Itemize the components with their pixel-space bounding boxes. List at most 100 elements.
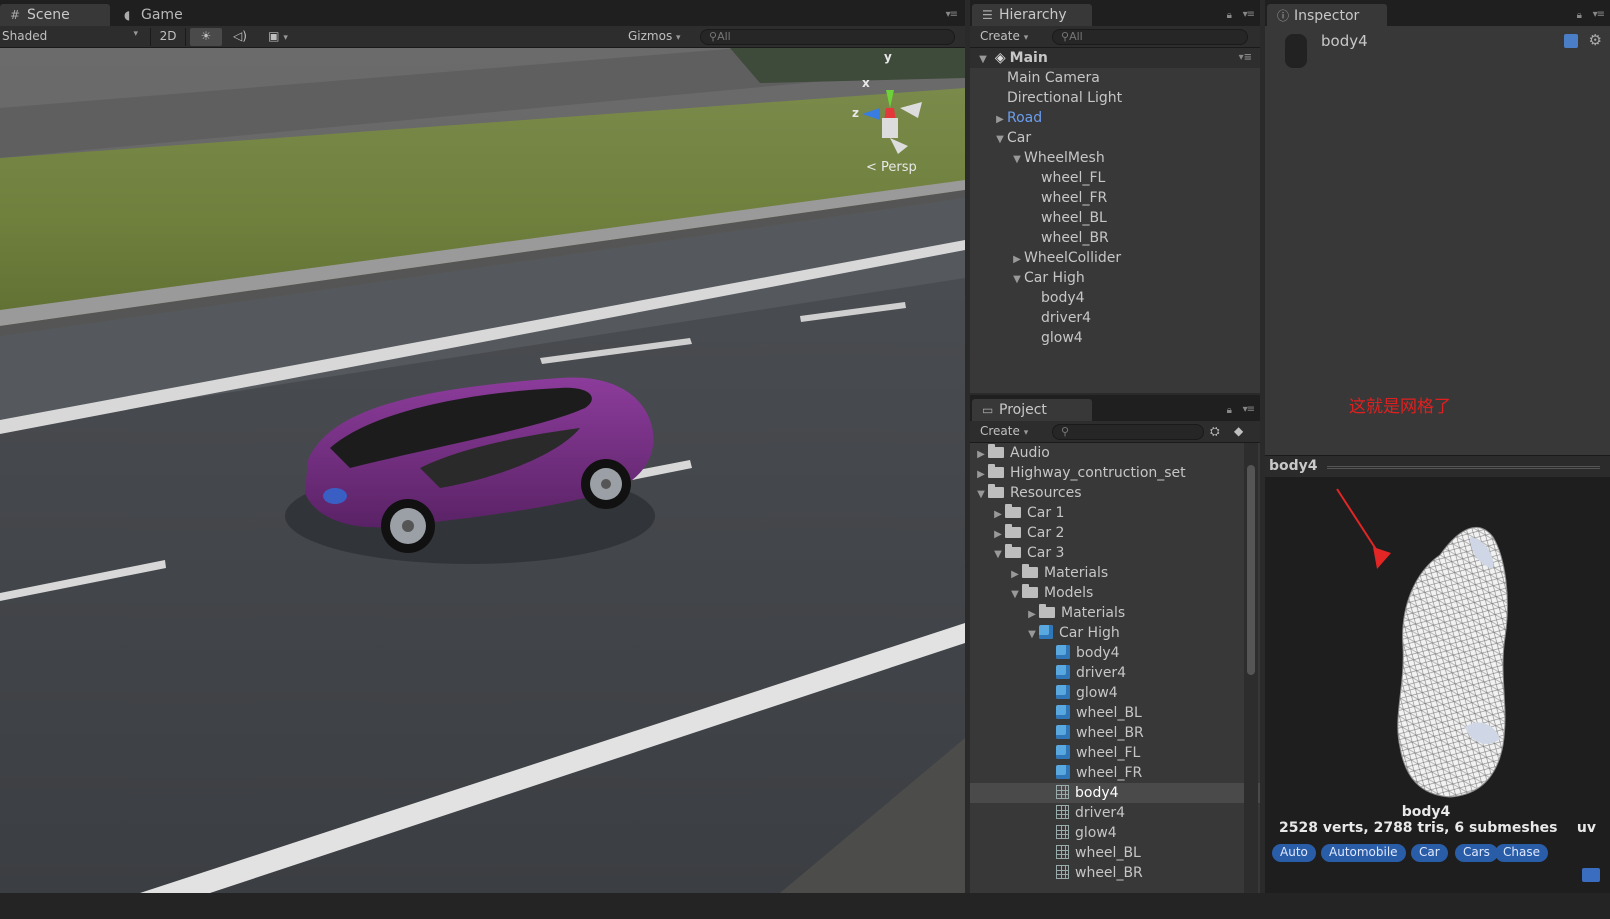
tab-scene[interactable]: # Scene: [0, 4, 110, 26]
hierarchy-item[interactable]: Directional Light: [970, 88, 1260, 108]
folder-icon: [1022, 584, 1038, 598]
expand-arrow-icon[interactable]: ▼: [991, 545, 1005, 565]
gear-icon[interactable]: ⚙: [1589, 31, 1602, 49]
project-item-label: glow4: [1076, 685, 1118, 701]
expand-arrow-icon[interactable]: ▼: [993, 130, 1007, 150]
lock-icon[interactable]: 🔒︎: [1577, 10, 1582, 21]
project-item[interactable]: glow4: [970, 823, 1260, 843]
2d-toggle-button[interactable]: 2D: [150, 28, 186, 46]
tab-inspector[interactable]: ⓘ Inspector: [1267, 4, 1387, 26]
project-item[interactable]: ▼ Car High: [970, 623, 1260, 643]
hierarchy-item[interactable]: ▶ WheelCollider: [970, 248, 1260, 268]
hierarchy-item[interactable]: ▼ Car High: [970, 268, 1260, 288]
hierarchy-item[interactable]: ▼ WheelMesh: [970, 148, 1260, 168]
hierarchy-item[interactable]: body4: [970, 288, 1260, 308]
preview-drag-handle[interactable]: [1327, 466, 1600, 469]
filter-by-type-icon[interactable]: ⛭: [1210, 423, 1228, 441]
project-item[interactable]: wheel_FL: [970, 743, 1260, 763]
project-item[interactable]: driver4: [970, 663, 1260, 683]
project-item[interactable]: ▼ Car 3: [970, 543, 1260, 563]
project-item[interactable]: driver4: [970, 803, 1260, 823]
scene-search-input[interactable]: ⚲All: [700, 29, 955, 45]
hierarchy-item[interactable]: wheel_BL: [970, 208, 1260, 228]
lock-icon[interactable]: 🔒︎: [1227, 10, 1232, 21]
panel-menu-icon[interactable]: ▾≡: [1243, 9, 1255, 20]
project-item-label: wheel_FR: [1076, 765, 1143, 781]
expand-arrow-icon[interactable]: ▼: [974, 485, 988, 505]
list-icon: ☰: [982, 8, 993, 22]
lighting-toggle-button[interactable]: ☀: [190, 28, 222, 46]
asset-label-tag[interactable]: Cars: [1455, 844, 1498, 862]
tab-project[interactable]: ▭ Project: [972, 399, 1092, 421]
project-item[interactable]: ▶ Car 1: [970, 503, 1260, 523]
hierarchy-item[interactable]: ▶ Road: [970, 108, 1260, 128]
expand-arrow-icon[interactable]: ▼: [1025, 625, 1039, 645]
asset-label-tag[interactable]: Chase: [1495, 844, 1548, 862]
project-search-input[interactable]: ⚲: [1052, 424, 1204, 440]
project-item[interactable]: ▶ Highway_contruction_set: [970, 463, 1260, 483]
audio-toggle-button[interactable]: ◁): [226, 28, 254, 46]
shading-mode-dropdown[interactable]: Shaded ▾: [2, 28, 142, 46]
project-scroll-thumb[interactable]: [1247, 465, 1255, 675]
scene-root-row[interactable]: ▼ ◈ Main ▾≡: [970, 48, 1260, 68]
project-item[interactable]: wheel_BR: [970, 863, 1260, 883]
project-item-label: Car High: [1059, 625, 1120, 641]
project-item[interactable]: ▶ Audio: [970, 443, 1260, 463]
project-item[interactable]: body4: [970, 643, 1260, 663]
expand-arrow-icon[interactable]: ▼: [1008, 585, 1022, 605]
uv-toggle[interactable]: uv: [1577, 820, 1596, 836]
hierarchy-item[interactable]: ▼ Car: [970, 128, 1260, 148]
projection-toggle[interactable]: < Persp: [866, 160, 917, 175]
hierarchy-item[interactable]: wheel_FR: [970, 188, 1260, 208]
expand-arrow-icon[interactable]: ▼: [1010, 270, 1024, 290]
expand-arrow-icon[interactable]: ▶: [1008, 565, 1022, 585]
hierarchy-item[interactable]: wheel_FL: [970, 168, 1260, 188]
hierarchy-create-dropdown[interactable]: Create ▾: [980, 28, 1042, 46]
hierarchy-item[interactable]: driver4: [970, 308, 1260, 328]
scene-viewport[interactable]: y x z < Persp: [0, 48, 965, 893]
lock-icon[interactable]: 🔒︎: [1227, 405, 1232, 416]
expand-arrow-icon[interactable]: ▶: [974, 465, 988, 485]
tab-game[interactable]: ◖ Game: [114, 4, 224, 26]
expand-arrow-icon[interactable]: ▶: [991, 505, 1005, 525]
panel-menu-icon[interactable]: ▾≡: [1593, 9, 1605, 20]
project-item[interactable]: glow4: [970, 683, 1260, 703]
project-item[interactable]: ▶ Car 2: [970, 523, 1260, 543]
label-tag-icon[interactable]: [1582, 868, 1600, 882]
asset-label-tag[interactable]: Automobile: [1321, 844, 1406, 862]
panel-menu-icon[interactable]: ▾≡: [1243, 404, 1255, 415]
project-item[interactable]: ▶ Materials: [970, 603, 1260, 623]
preview-header[interactable]: body4: [1265, 455, 1610, 477]
project-create-dropdown[interactable]: Create ▾: [980, 423, 1042, 441]
expand-arrow-icon[interactable]: ▶: [1010, 250, 1024, 270]
project-scrollbar[interactable]: [1244, 443, 1258, 893]
expand-arrow-icon[interactable]: ▼: [976, 50, 990, 70]
project-item[interactable]: ▶ Materials: [970, 563, 1260, 583]
hierarchy-item[interactable]: wheel_BR: [970, 228, 1260, 248]
asset-label-tag[interactable]: Auto: [1272, 844, 1316, 862]
expand-arrow-icon[interactable]: ▶: [993, 110, 1007, 130]
expand-arrow-icon[interactable]: ▶: [974, 445, 988, 465]
project-item[interactable]: wheel_FR: [970, 763, 1260, 783]
hierarchy-search-input[interactable]: ⚲All: [1052, 29, 1248, 45]
asset-label-tag[interactable]: Car: [1411, 844, 1448, 862]
project-item[interactable]: wheel_BL: [970, 843, 1260, 863]
scene-menu-icon[interactable]: ▾≡: [1239, 48, 1252, 68]
tab-hierarchy[interactable]: ☰ Hierarchy: [972, 4, 1092, 26]
mesh-preview[interactable]: body4 2528 verts, 2788 tris, 6 submeshes…: [1265, 477, 1610, 893]
project-item[interactable]: ▼ Models: [970, 583, 1260, 603]
hierarchy-item[interactable]: Main Camera: [970, 68, 1260, 88]
filter-by-label-icon[interactable]: ◆: [1234, 423, 1252, 441]
gizmos-dropdown[interactable]: Gizmos ▾: [628, 28, 692, 46]
panel-menu-icon[interactable]: ▾≡: [946, 9, 958, 20]
project-item[interactable]: body4: [970, 783, 1260, 803]
project-item[interactable]: ▼ Resources: [970, 483, 1260, 503]
expand-arrow-icon[interactable]: ▼: [1010, 150, 1024, 170]
project-item[interactable]: wheel_BL: [970, 703, 1260, 723]
hierarchy-item[interactable]: glow4: [970, 328, 1260, 348]
effects-toggle-button[interactable]: ▣ ▾: [258, 28, 298, 46]
project-item[interactable]: wheel_BR: [970, 723, 1260, 743]
expand-arrow-icon[interactable]: ▶: [991, 525, 1005, 545]
help-icon[interactable]: [1564, 34, 1578, 48]
expand-arrow-icon[interactable]: ▶: [1025, 605, 1039, 625]
